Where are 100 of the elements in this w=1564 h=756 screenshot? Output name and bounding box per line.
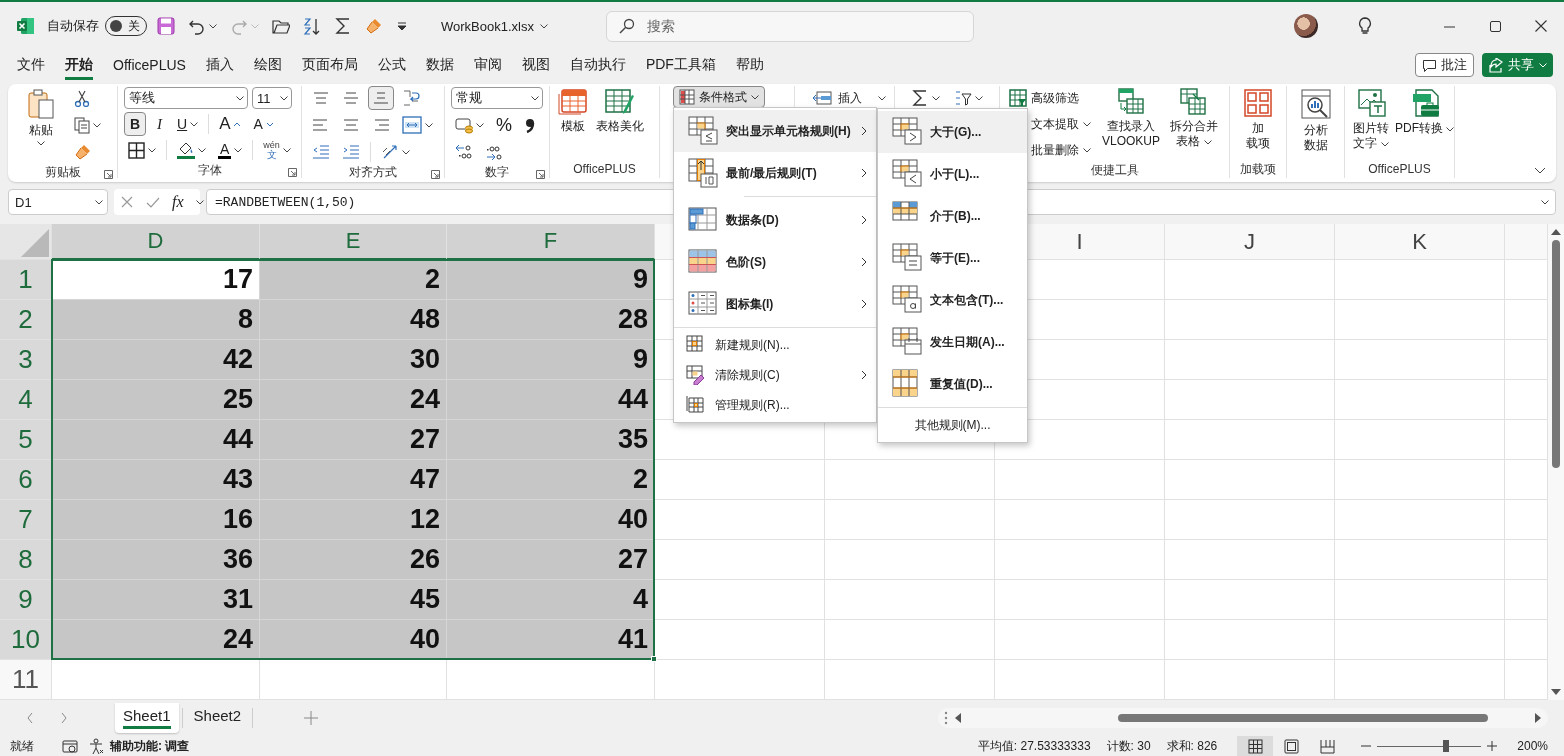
table-cell[interactable]: 4 bbox=[447, 580, 655, 620]
comment-button[interactable]: 批注 bbox=[1415, 53, 1474, 77]
menu-tab[interactable]: 视图 bbox=[521, 50, 550, 80]
column-header[interactable]: K bbox=[1335, 224, 1505, 260]
table-cell[interactable]: 17 bbox=[52, 260, 260, 300]
percent-button[interactable]: % bbox=[492, 113, 516, 137]
column-header[interactable]: J bbox=[1165, 224, 1335, 260]
table-cell[interactable]: 30 bbox=[260, 340, 447, 380]
pdf-convert-button[interactable]: PDF转换 bbox=[1393, 86, 1457, 136]
table-cell[interactable]: 43 bbox=[52, 460, 260, 500]
menu-tab[interactable]: 自动执行 bbox=[569, 50, 626, 80]
table-cell[interactable]: 2 bbox=[260, 260, 447, 300]
font-color-button[interactable]: A bbox=[214, 138, 247, 162]
column-header[interactable]: E bbox=[260, 224, 447, 260]
file-name[interactable]: WorkBook1.xlsx bbox=[441, 18, 548, 34]
menu-tab[interactable]: 文件 bbox=[17, 50, 45, 80]
table-cell[interactable]: 42 bbox=[52, 340, 260, 380]
search-field[interactable]: 搜索 bbox=[606, 10, 974, 42]
menu-item[interactable]: 小于(L)... bbox=[878, 153, 1027, 195]
number-format-field[interactable]: 常规 bbox=[451, 87, 543, 109]
analyze-data-button[interactable]: 分析 数据 bbox=[1297, 86, 1334, 153]
row-header[interactable]: 4 bbox=[0, 380, 52, 420]
zoom-level[interactable]: 200% bbox=[1517, 739, 1548, 753]
table-cell[interactable]: 8 bbox=[52, 300, 260, 340]
grow-font-button[interactable]: A bbox=[215, 112, 246, 136]
table-cell[interactable]: 24 bbox=[260, 380, 447, 420]
menu-item[interactable]: 发生日期(A)... bbox=[878, 321, 1027, 363]
sheet-tab[interactable]: Sheet2 bbox=[185, 703, 250, 733]
row-header[interactable]: 3 bbox=[0, 340, 52, 380]
table-cell[interactable]: 41 bbox=[447, 620, 655, 660]
menu-tab[interactable]: OfficePLUS bbox=[113, 50, 186, 80]
column-header[interactable]: F bbox=[447, 224, 655, 260]
table-cell[interactable]: 40 bbox=[447, 500, 655, 540]
font-size-field[interactable]: 11 bbox=[252, 87, 292, 109]
shrink-font-button[interactable]: A bbox=[249, 112, 278, 136]
table-cell[interactable]: 26 bbox=[260, 540, 447, 580]
row-header[interactable]: 1 bbox=[0, 260, 52, 300]
menu-tab[interactable]: PDF工具箱 bbox=[645, 50, 716, 80]
menu-item[interactable]: 突出显示单元格规则(H) bbox=[674, 110, 876, 152]
menu-item[interactable]: 文本包含(T)... bbox=[878, 279, 1027, 321]
row-header[interactable]: 8 bbox=[0, 540, 52, 580]
table-cell[interactable]: 47 bbox=[260, 460, 447, 500]
table-cell[interactable]: 16 bbox=[52, 500, 260, 540]
table-beautify-button[interactable]: 表格美化 bbox=[594, 86, 646, 134]
menu-tab[interactable]: 帮助 bbox=[735, 50, 764, 80]
menu-item[interactable]: 最前/最后规则(T) bbox=[674, 152, 876, 194]
menu-item[interactable]: 重复值(D)... bbox=[878, 363, 1027, 405]
menu-tab[interactable]: 绘图 bbox=[253, 50, 282, 80]
underline-button[interactable]: U bbox=[173, 112, 203, 136]
menu-item[interactable]: 新建规则(N)... bbox=[674, 330, 876, 360]
table-cell[interactable]: 27 bbox=[447, 540, 655, 580]
sheet-tab[interactable]: Sheet1 bbox=[115, 703, 179, 733]
menu-tab[interactable]: 插入 bbox=[205, 50, 234, 80]
menu-tab[interactable]: 数据 bbox=[425, 50, 454, 80]
table-cell[interactable]: 48 bbox=[260, 300, 447, 340]
template-button[interactable]: 模板 bbox=[556, 86, 590, 134]
tool-button[interactable]: 查找录入 VLOOKUP bbox=[1100, 86, 1163, 149]
bold-button[interactable]: B bbox=[124, 112, 146, 136]
tool-button[interactable]: 拆分合并 表格 bbox=[1168, 86, 1221, 149]
italic-button[interactable]: I bbox=[150, 112, 169, 136]
row-header[interactable]: 9 bbox=[0, 580, 52, 620]
table-cell[interactable]: 45 bbox=[260, 580, 447, 620]
table-cell[interactable]: 24 bbox=[52, 620, 260, 660]
row-header[interactable]: 7 bbox=[0, 500, 52, 540]
conditional-format-button[interactable]: 条件格式 bbox=[673, 86, 765, 108]
table-cell[interactable]: 40 bbox=[260, 620, 447, 660]
table-cell[interactable]: 9 bbox=[447, 340, 655, 380]
insert-function-button[interactable]: fx bbox=[172, 193, 184, 211]
menu-tab[interactable]: 公式 bbox=[377, 50, 406, 80]
table-cell[interactable]: 31 bbox=[52, 580, 260, 620]
table-cell[interactable]: 44 bbox=[447, 380, 655, 420]
row-header[interactable]: 2 bbox=[0, 300, 52, 340]
menu-item[interactable]: 大于(G)... bbox=[878, 111, 1027, 153]
menu-item[interactable]: 清除规则(C) bbox=[674, 360, 876, 390]
row-header[interactable]: 6 bbox=[0, 460, 52, 500]
font-name-field[interactable]: 等线 bbox=[124, 87, 248, 109]
menu-item[interactable]: 数据条(D) bbox=[674, 199, 876, 241]
menu-item[interactable]: 管理规则(R)... bbox=[674, 390, 876, 420]
paste-button[interactable]: 粘贴 bbox=[24, 86, 58, 146]
row-header[interactable]: 5 bbox=[0, 420, 52, 460]
table-cell[interactable]: 2 bbox=[447, 460, 655, 500]
table-cell[interactable]: 12 bbox=[260, 500, 447, 540]
table-cell[interactable]: 36 bbox=[52, 540, 260, 580]
table-cell[interactable]: 35 bbox=[447, 420, 655, 460]
menu-item[interactable]: 色阶(S) bbox=[674, 241, 876, 283]
menu-tab[interactable]: 审阅 bbox=[473, 50, 502, 80]
menu-tab[interactable]: 页面布局 bbox=[301, 50, 358, 80]
table-cell[interactable]: 44 bbox=[52, 420, 260, 460]
table-cell[interactable]: 25 bbox=[52, 380, 260, 420]
row-header[interactable]: 10 bbox=[0, 620, 52, 660]
table-cell[interactable]: 28 bbox=[447, 300, 655, 340]
column-header[interactable]: D bbox=[52, 224, 260, 260]
insert-button[interactable]: 插入 bbox=[808, 86, 890, 110]
table-cell[interactable]: 9 bbox=[447, 260, 655, 300]
table-cell[interactable]: 27 bbox=[260, 420, 447, 460]
accessibility-status[interactable]: 辅助功能: 调查 bbox=[110, 737, 190, 755]
share-button[interactable]: 共享 bbox=[1482, 53, 1553, 77]
menu-item[interactable]: 其他规则(M)... bbox=[878, 410, 1027, 440]
row-header[interactable]: 11 bbox=[0, 660, 52, 700]
name-box[interactable]: D1 bbox=[8, 189, 108, 215]
